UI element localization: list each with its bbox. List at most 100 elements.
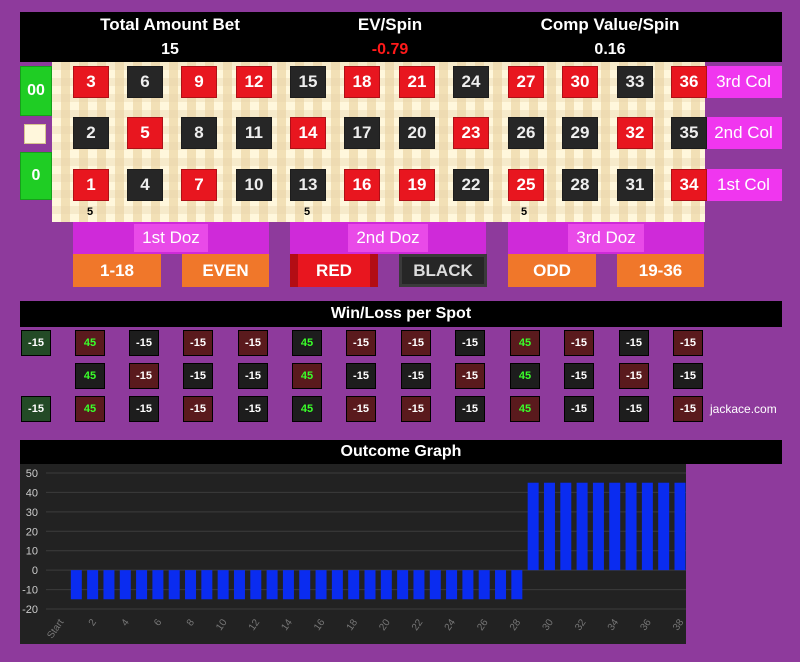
outcome-bar-37: [658, 482, 670, 571]
x-tick-label: 28: [508, 617, 524, 633]
number-32-button[interactable]: 32: [617, 117, 653, 149]
winloss-spot-30: -15: [564, 330, 594, 356]
number-18-button[interactable]: 18: [344, 66, 380, 98]
number-20-button[interactable]: 20: [399, 117, 435, 149]
outcome-bar-9: [201, 570, 213, 600]
comp-value: 0.16: [594, 41, 626, 58]
ev-value: -0.79: [371, 41, 409, 58]
number-9-button[interactable]: 9: [181, 66, 217, 98]
red-button[interactable]: RED: [290, 254, 378, 287]
column-2-button[interactable]: 2nd Col: [705, 117, 782, 149]
winloss-spot-35: -15: [673, 363, 703, 389]
number-28-button[interactable]: 28: [562, 169, 598, 201]
outcome-bar-31: [560, 482, 572, 571]
number-29-button[interactable]: 29: [562, 117, 598, 149]
number-19-button[interactable]: 19: [399, 169, 435, 201]
zero-00-button[interactable]: 00: [20, 66, 52, 116]
number-24-button[interactable]: 24: [453, 66, 489, 98]
winloss-spot-36: -15: [673, 330, 703, 356]
number-12-button[interactable]: 12: [236, 66, 272, 98]
outcome-bar-23: [429, 570, 441, 600]
outcome-bar-34: [609, 482, 621, 571]
number-27-button[interactable]: 27: [508, 66, 544, 98]
total-bet-label: Total Amount Bet: [100, 15, 240, 34]
x-tick-label: 18: [345, 617, 361, 633]
number-26-button[interactable]: 26: [508, 117, 544, 149]
outcome-bar-22: [413, 570, 425, 600]
number-36-button[interactable]: 36: [671, 66, 707, 98]
outcome-bar-35: [625, 482, 637, 571]
winloss-spot-5: -15: [129, 363, 159, 389]
column-3-button[interactable]: 3rd Col: [705, 66, 782, 98]
number-8-button[interactable]: 8: [181, 117, 217, 149]
winloss-title: Win/Loss per Spot: [20, 301, 782, 327]
number-4-button[interactable]: 4: [127, 169, 163, 201]
dozen-3-button[interactable]: 3rd Doz: [508, 222, 704, 254]
number-25-button[interactable]: 25: [508, 169, 544, 201]
low-1-18-button[interactable]: 1-18: [73, 254, 161, 287]
dozen-3-label: 3rd Doz: [568, 224, 644, 252]
number-33-button[interactable]: 33: [617, 66, 653, 98]
high-19-36-button[interactable]: 19-36: [617, 254, 704, 287]
zero-0-button[interactable]: 0: [20, 152, 52, 200]
outcome-bar-10: [217, 570, 229, 600]
outcome-bar-18: [348, 570, 360, 600]
winloss-spot-29: -15: [564, 363, 594, 389]
number-31-button[interactable]: 31: [617, 169, 653, 201]
winloss-spot-7: -15: [183, 396, 213, 422]
winloss-spot-14: 45: [292, 363, 322, 389]
even-button[interactable]: EVEN: [182, 254, 269, 287]
winloss-spot-17: -15: [346, 363, 376, 389]
winloss-spot-15: 45: [292, 330, 322, 356]
winloss-zero-0: -15: [21, 396, 51, 422]
winloss-spot-1: 45: [75, 396, 105, 422]
winloss-spot-24: -15: [455, 330, 485, 356]
outcome-bar-28: [511, 570, 523, 600]
number-2-button[interactable]: 2: [73, 117, 109, 149]
number-16-button[interactable]: 16: [344, 169, 380, 201]
number-35-button[interactable]: 35: [671, 117, 707, 149]
outcome-bar-8: [185, 570, 197, 600]
y-tick-label: 40: [26, 487, 38, 499]
winloss-spot-22: -15: [455, 396, 485, 422]
dozen-1-button[interactable]: 1st Doz: [73, 222, 269, 254]
odd-button[interactable]: ODD: [508, 254, 596, 287]
winloss-spot-4: -15: [129, 396, 159, 422]
x-tick-label: 22: [410, 617, 426, 633]
winloss-spot-16: -15: [346, 396, 376, 422]
number-30-button[interactable]: 30: [562, 66, 598, 98]
number-14-button[interactable]: 14: [290, 117, 326, 149]
y-tick-label: -20: [22, 604, 38, 616]
x-tick-label: 10: [214, 617, 230, 633]
chip-1st-dozen-street: 5: [87, 206, 94, 218]
winloss-spot-18: -15: [346, 330, 376, 356]
number-11-button[interactable]: 11: [236, 117, 272, 149]
number-34-button[interactable]: 34: [671, 169, 707, 201]
number-23-button[interactable]: 23: [453, 117, 489, 149]
winloss-zero-00: -15: [21, 330, 51, 356]
number-10-button[interactable]: 10: [236, 169, 272, 201]
number-13-button[interactable]: 13: [290, 169, 326, 201]
number-15-button[interactable]: 15: [290, 66, 326, 98]
outcome-bar-4: [119, 570, 131, 600]
outcome-graph-svg: 50403020100-10-20Start 2 4 6 8 10 12 14 16 18 20 22…: [22, 468, 686, 641]
number-22-button[interactable]: 22: [453, 169, 489, 201]
column-1-button[interactable]: 1st Col: [705, 169, 782, 201]
dozen-2-button[interactable]: 2nd Doz: [290, 222, 486, 254]
black-button[interactable]: BLACK: [399, 254, 487, 287]
number-6-button[interactable]: 6: [127, 66, 163, 98]
number-17-button[interactable]: 17: [344, 117, 380, 149]
x-tick-label: 38: [671, 617, 686, 633]
outcome-bar-19: [364, 570, 376, 600]
winloss-spot-2: 45: [75, 363, 105, 389]
number-21-button[interactable]: 21: [399, 66, 435, 98]
number-1-button[interactable]: 1: [73, 169, 109, 201]
number-3-button[interactable]: 3: [73, 66, 109, 98]
number-7-button[interactable]: 7: [181, 169, 217, 201]
winloss-spot-13: 45: [292, 396, 322, 422]
split-zero-spot[interactable]: [24, 124, 46, 144]
number-5-button[interactable]: 5: [127, 117, 163, 149]
outcome-bar-15: [299, 570, 311, 600]
outcome-bar-25: [462, 570, 474, 600]
x-tick-label: 14: [279, 617, 295, 633]
